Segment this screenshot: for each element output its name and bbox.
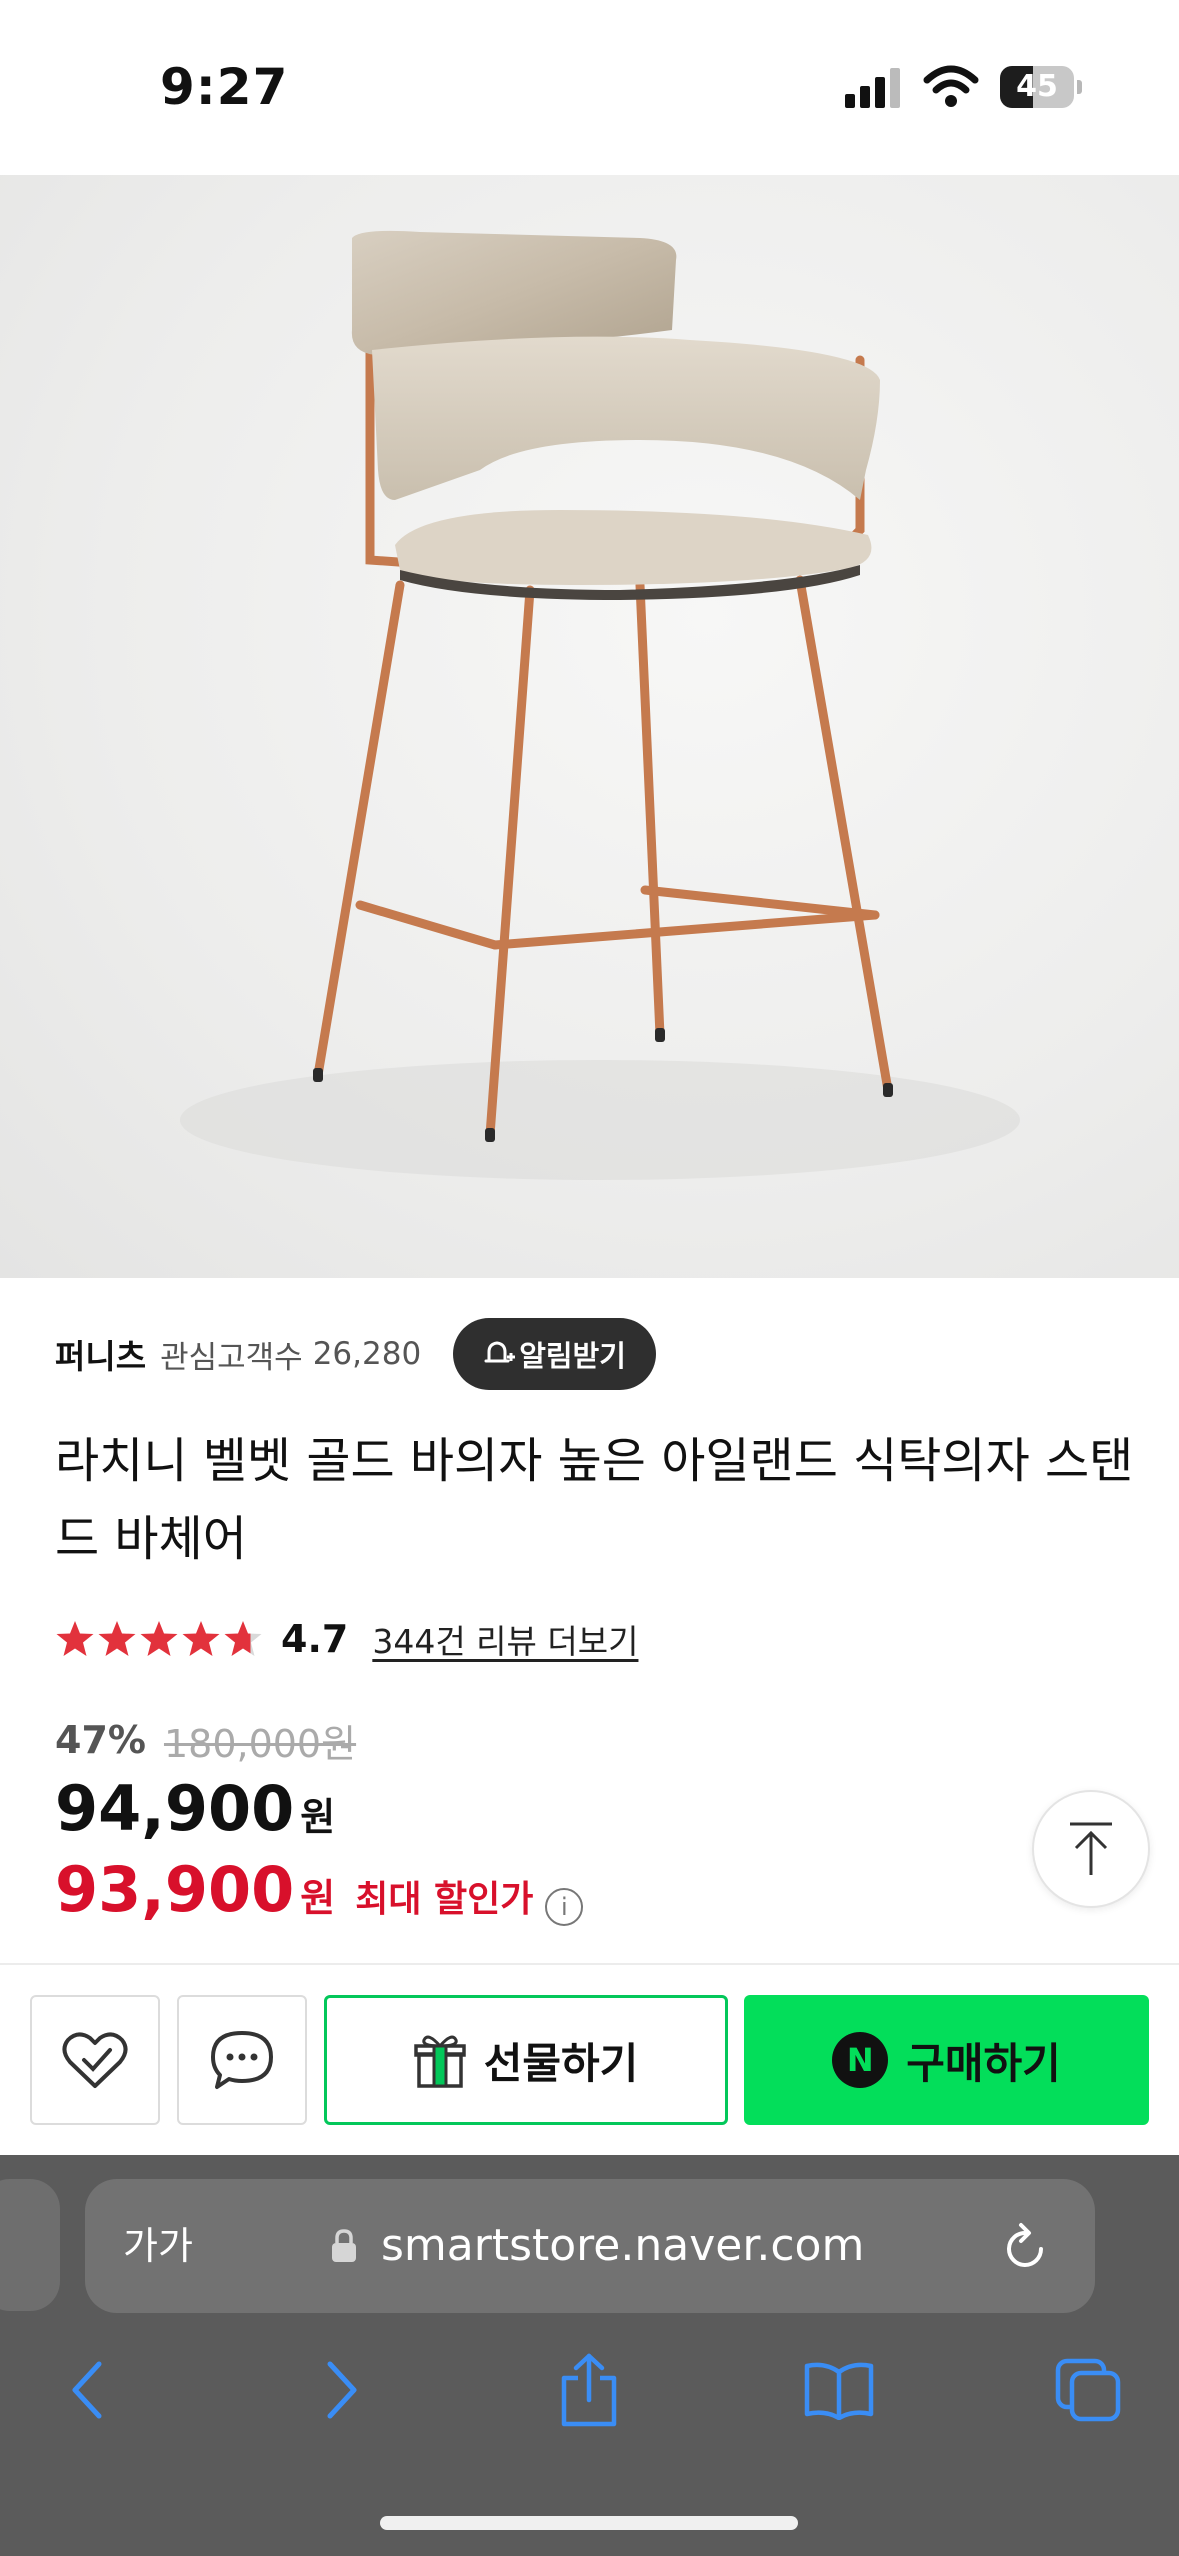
- product-title: 라치니 벨벳 골드 바의자 높은 아일랜드 식탁의자 스탠드 바체어: [55, 1433, 1134, 1567]
- address-bar[interactable]: 가가 smartstore.naver.com: [85, 2179, 1095, 2313]
- star-rating: [55, 1619, 263, 1659]
- buy-label: 구매하기: [906, 2038, 1061, 2088]
- review-link[interactable]: 344건 리뷰 더보기: [372, 1615, 638, 1663]
- discount-row: 47% 180,000원: [55, 1712, 356, 1768]
- tabs-icon: [1055, 2358, 1121, 2422]
- status-time: 9:27: [160, 58, 289, 116]
- wifi-icon: [923, 65, 979, 107]
- gift-button[interactable]: 선물하기: [324, 1995, 728, 2125]
- gift-icon: [413, 2035, 466, 2088]
- notify-label: 알림받기: [519, 1339, 626, 1373]
- share-button[interactable]: [544, 2340, 634, 2440]
- info-icon[interactable]: i: [545, 1888, 584, 1926]
- talk-talk-button[interactable]: [177, 1995, 307, 2125]
- status-bar: 9:27 45: [0, 0, 1179, 175]
- seller-row: 퍼니츠 관심고객수 26,280 알림받기: [55, 1318, 656, 1390]
- heart-check-icon: [62, 2032, 128, 2088]
- previous-tab-preview[interactable]: [0, 2179, 60, 2311]
- max-discount-unit: 원: [300, 1876, 336, 1920]
- original-price: 180,000원: [163, 1721, 357, 1766]
- url-text: smartstore.naver.com: [381, 2220, 865, 2271]
- forward-button[interactable]: [297, 2340, 387, 2440]
- reader-settings-button[interactable]: 가가: [123, 2179, 193, 2313]
- buy-button[interactable]: N 구매하기: [744, 1995, 1149, 2125]
- purchase-action-bar: 선물하기 N 구매하기: [0, 1963, 1179, 2155]
- discount-rate: 47%: [55, 1718, 146, 1762]
- lock-icon: [332, 2229, 356, 2262]
- rating-row: 4.7 344건 리뷰 더보기: [55, 1612, 638, 1666]
- star-icon: [140, 1621, 178, 1656]
- gift-label: 선물하기: [483, 2038, 639, 2088]
- seller-name[interactable]: 퍼니츠: [55, 1330, 146, 1378]
- fans-label: 관심고객수: [160, 1339, 303, 1376]
- chat-bubble-icon: [211, 2031, 273, 2089]
- reload-icon[interactable]: [1001, 2221, 1051, 2273]
- star-icon: [224, 1621, 262, 1656]
- star-icon: [98, 1621, 136, 1656]
- share-icon: [561, 2353, 617, 2427]
- bell-plus-icon: [484, 1341, 516, 1363]
- npay-icon: N: [832, 2032, 889, 2088]
- bookmarks-button[interactable]: [794, 2340, 884, 2440]
- star-icon: [182, 1621, 220, 1656]
- wishlist-button[interactable]: [30, 1995, 160, 2125]
- max-discount-row: 93,900 원 최대 할인가 i: [55, 1853, 584, 1926]
- max-discount-label: 최대 할인가: [355, 1879, 534, 1920]
- sale-price-unit: 원: [300, 1795, 336, 1839]
- home-indicator: [380, 2516, 798, 2530]
- max-discount-price: 93,900: [55, 1853, 295, 1926]
- star-icon: [56, 1621, 94, 1656]
- scroll-to-top-button[interactable]: [1032, 1790, 1150, 1908]
- forward-icon: [327, 2361, 357, 2419]
- signal-icon: [845, 68, 900, 108]
- back-button[interactable]: [42, 2340, 132, 2440]
- sale-price-row: 94,900 원: [55, 1772, 336, 1845]
- bookmarks-icon: [804, 2362, 874, 2420]
- fans-count: 26,280: [312, 1336, 422, 1372]
- product-photo-chair: [180, 230, 1020, 1180]
- safari-nav-row: [0, 2340, 1179, 2440]
- rating-value: 4.7: [281, 1617, 349, 1661]
- back-icon: [72, 2361, 102, 2419]
- sale-price: 94,900: [55, 1772, 295, 1845]
- notify-button[interactable]: 알림받기: [453, 1318, 656, 1390]
- product-image-gallery[interactable]: [0, 175, 1179, 1278]
- arrow-up-icon: [1070, 1822, 1112, 1875]
- battery-level: 45: [1016, 69, 1058, 104]
- tabs-button[interactable]: [1043, 2340, 1133, 2440]
- battery-icon: 45: [1000, 66, 1082, 108]
